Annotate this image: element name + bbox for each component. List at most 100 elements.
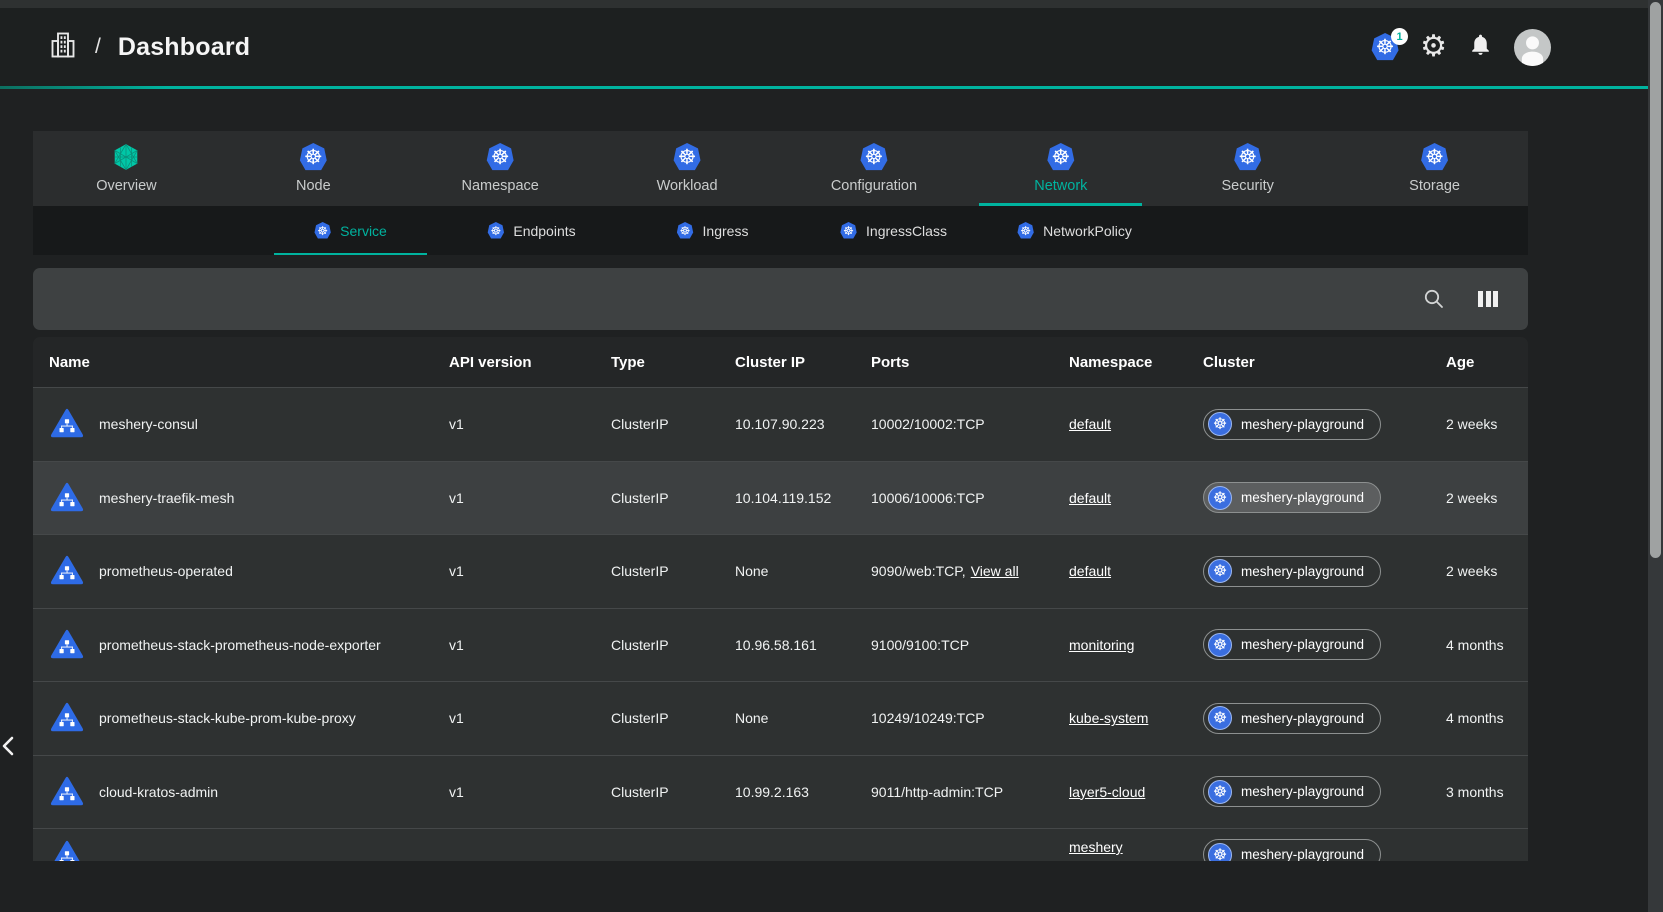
namespace-cell: monitoring <box>1053 637 1187 653</box>
category-tab[interactable]: ☸ Workload <box>594 131 781 206</box>
cluster-chip[interactable]: ☸ meshery-playground <box>1203 482 1381 513</box>
ports-cell: 9090/web:TCP, View all <box>855 563 1053 579</box>
ports-value: 9090/web:TCP, <box>871 563 966 579</box>
kubernetes-icon: ☸ <box>1208 559 1232 583</box>
subtab-label: NetworkPolicy <box>1043 223 1132 239</box>
kubernetes-icon: ☸ <box>487 222 504 239</box>
namespace-cell: layer5-cloud <box>1053 784 1187 800</box>
table-row[interactable]: prometheus-stack-prometheus-node-exporte… <box>33 608 1528 682</box>
kubernetes-icon: ☸ <box>860 143 888 171</box>
service-icon <box>49 701 85 735</box>
category-tab[interactable]: ☸ Node <box>220 131 407 206</box>
service-name: prometheus-stack-kube-prom-kube-proxy <box>99 710 356 726</box>
category-tab[interactable]: ☸ Namespace <box>407 131 594 206</box>
category-tab[interactable]: ☸ Configuration <box>781 131 968 206</box>
subtab-label: IngressClass <box>866 223 947 239</box>
kubernetes-icon: ☸ <box>486 143 514 171</box>
table-row[interactable]: prometheus-stack-kube-prom-kube-proxy v1… <box>33 681 1528 755</box>
cluster-chip[interactable]: ☸ meshery-playground <box>1203 839 1381 861</box>
namespace-link[interactable]: default <box>1069 563 1111 579</box>
column-header[interactable]: Name <box>33 354 433 371</box>
column-header[interactable]: API version <box>433 354 595 371</box>
service-icon <box>49 775 85 809</box>
kubernetes-icon: ☸ <box>1208 843 1232 862</box>
page-scrollbar[interactable] <box>1648 0 1663 912</box>
name-cell <box>33 839 433 861</box>
namespace-link[interactable]: meshery <box>1069 839 1123 855</box>
subtab[interactable]: ☸ Ingress <box>622 206 803 255</box>
drawer-collapse-button[interactable] <box>0 726 26 766</box>
column-header[interactable]: Cluster <box>1187 354 1430 371</box>
age-cell: 2 weeks <box>1430 490 1528 506</box>
kubernetes-icon: ☸ <box>299 143 327 171</box>
cluster-chip[interactable]: ☸ meshery-playground <box>1203 556 1381 587</box>
category-tab-label: Node <box>296 178 331 194</box>
age-cell: 2 weeks <box>1430 563 1528 579</box>
search-icon[interactable] <box>1420 285 1448 313</box>
subtab[interactable]: ☸ Endpoints <box>441 206 622 255</box>
cluster-ip-cell: 10.104.119.152 <box>719 490 855 506</box>
type-cell: ClusterIP <box>595 563 719 579</box>
namespace-cell: default <box>1053 490 1187 506</box>
ports-value: 10006/10006:TCP <box>871 490 985 506</box>
category-tab[interactable]: ☸ Storage <box>1341 131 1528 206</box>
type-cell: ClusterIP <box>595 710 719 726</box>
age-cell: 2 weeks <box>1430 416 1528 432</box>
name-cell: prometheus-stack-prometheus-node-exporte… <box>33 628 433 662</box>
cluster-ip-cell: 10.107.90.223 <box>719 416 855 432</box>
service-icon <box>49 481 85 515</box>
cluster-chip-label: meshery-playground <box>1241 564 1364 579</box>
table-row[interactable]: meshery ☸ meshery-playground <box>33 828 1528 861</box>
service-name: meshery-consul <box>99 416 198 432</box>
subtab[interactable]: ☸ NetworkPolicy <box>984 206 1165 255</box>
api-version-cell: v1 <box>433 490 595 506</box>
category-tab[interactable]: ☸ Security <box>1154 131 1341 206</box>
view-all-link[interactable]: View all <box>971 563 1019 579</box>
category-tab[interactable]: ☸ Network <box>967 131 1154 206</box>
column-header[interactable]: Namespace <box>1053 354 1187 371</box>
table-row[interactable]: prometheus-operated v1 ClusterIP None 90… <box>33 534 1528 608</box>
namespace-link[interactable]: default <box>1069 490 1111 506</box>
category-tab-label: Security <box>1221 178 1273 194</box>
namespace-link[interactable]: monitoring <box>1069 637 1134 653</box>
namespace-link[interactable]: layer5-cloud <box>1069 784 1145 800</box>
kubernetes-icon: ☸ <box>1208 780 1232 804</box>
namespace-link[interactable]: default <box>1069 416 1111 432</box>
kubernetes-icon: ☸ <box>1208 633 1232 657</box>
cluster-ip-cell: 10.96.58.161 <box>719 637 855 653</box>
services-table: Name API version Type Cluster IP Ports N… <box>33 337 1528 861</box>
cluster-chip[interactable]: ☸ meshery-playground <box>1203 629 1381 660</box>
column-header[interactable]: Ports <box>855 354 1053 371</box>
cluster-ip-cell: 10.99.2.163 <box>719 784 855 800</box>
subtab[interactable]: ☸ IngressClass <box>803 206 984 255</box>
cluster-chip[interactable]: ☸ meshery-playground <box>1203 703 1381 734</box>
column-header[interactable]: Cluster IP <box>719 354 855 371</box>
subtab[interactable]: ☸ Service <box>260 206 441 255</box>
table-row[interactable]: meshery-consul v1 ClusterIP 10.107.90.22… <box>33 387 1528 461</box>
view-columns-icon[interactable] <box>1474 285 1502 313</box>
category-tab[interactable]: Overview <box>33 131 220 206</box>
kubernetes-icon: ☸ <box>1208 486 1232 510</box>
category-tab-label: Overview <box>96 178 156 194</box>
service-name: meshery-traefik-mesh <box>99 490 234 506</box>
cluster-chip[interactable]: ☸ meshery-playground <box>1203 409 1381 440</box>
meshery-icon <box>112 143 140 171</box>
kubernetes-icon: ☸ <box>314 222 331 239</box>
cluster-chip-label: meshery-playground <box>1241 784 1364 799</box>
cluster-ip-cell: None <box>719 563 855 579</box>
cluster-chip-label: meshery-playground <box>1241 637 1364 652</box>
ports-cell: 10002/10002:TCP <box>855 416 1053 432</box>
age-cell: 4 months <box>1430 637 1528 653</box>
table-row[interactable]: meshery-traefik-mesh v1 ClusterIP 10.104… <box>33 461 1528 535</box>
table-toolbar <box>33 268 1528 330</box>
main-content: Overview ☸ Node ☸ Namespace ☸ Workload ☸… <box>33 0 1528 912</box>
service-icon <box>49 554 85 588</box>
subtab-label: Endpoints <box>513 223 575 239</box>
cluster-chip[interactable]: ☸ meshery-playground <box>1203 776 1381 807</box>
namespace-link[interactable]: kube-system <box>1069 710 1148 726</box>
scrollbar-thumb[interactable] <box>1650 2 1661 558</box>
table-row[interactable]: cloud-kratos-admin v1 ClusterIP 10.99.2.… <box>33 755 1528 829</box>
ports-cell: 9100/9100:TCP <box>855 637 1053 653</box>
column-header[interactable]: Age <box>1430 354 1528 371</box>
column-header[interactable]: Type <box>595 354 719 371</box>
